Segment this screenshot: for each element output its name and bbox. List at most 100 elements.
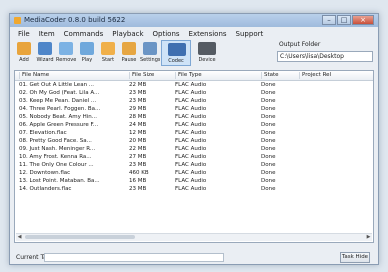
- table-row[interactable]: 06. Apple Green Pressure F... 24 MB FLAC A…: [15, 121, 373, 129]
- table-row[interactable]: 02. Oh My God (Feat. Lila A... 23 MB FLAC …: [15, 89, 373, 97]
- toolbar-device-button[interactable]: Device: [192, 40, 222, 66]
- toolbar-button-label: Pause: [121, 57, 137, 63]
- toolbar-start-button[interactable]: Start: [98, 40, 118, 66]
- cell-name: 07. Elevation.flac: [19, 130, 67, 136]
- scroll-right-icon[interactable]: ▶: [365, 234, 372, 240]
- app-icon: [14, 17, 21, 24]
- table-row[interactable]: 09. Just Nash. Meninger R... 22 MB FLAC Au…: [15, 145, 373, 153]
- toolbar-button-label: Wizard: [36, 57, 54, 63]
- cell-name: 09. Just Nash. Meninger R...: [19, 146, 96, 152]
- file-list-rows: 01. Get Out A Little Lean ... 22 MB FLAC A…: [15, 81, 373, 193]
- cell-size: 23 MB: [129, 98, 147, 104]
- device-icon: [198, 42, 216, 55]
- table-row[interactable]: 07. Elevation.flac 12 MB FLAC Audio Done: [15, 129, 373, 137]
- toolbar-play-button[interactable]: Play: [77, 40, 97, 66]
- cell-size: 12 MB: [129, 130, 147, 136]
- toolbar-button-label: Play: [81, 57, 93, 63]
- table-row[interactable]: 01. Get Out A Little Lean ... 22 MB FLAC A…: [15, 81, 373, 89]
- cell-state: Done: [261, 146, 276, 152]
- table-row[interactable]: 05. Nobody Beat. Amy Hin... 28 MB FLAC Aud…: [15, 113, 373, 121]
- menu-item-extensions[interactable]: Extensions: [189, 30, 227, 38]
- cell-state: Done: [261, 90, 276, 96]
- table-row[interactable]: 13. Lost Point. Mataban. Ba... 16 MB FLAC …: [15, 177, 373, 185]
- cell-state: Done: [261, 114, 276, 120]
- close-button[interactable]: ×: [352, 15, 374, 25]
- toolbar-button-label: Settings: [140, 57, 160, 63]
- table-row[interactable]: 11. The Only One Colour ... 23 MB FLAC Aud…: [15, 161, 373, 169]
- cell-name: 10. Amy Frost. Kenna Ra...: [19, 154, 92, 160]
- table-row[interactable]: 12. Downtown.flac 460 KB FLAC Audio Done: [15, 169, 373, 177]
- cell-name: 04. Three Pearl. Foggen. Ba...: [19, 106, 101, 112]
- table-row[interactable]: 04. Three Pearl. Foggen. Ba... 29 MB FLAC …: [15, 105, 373, 113]
- scroll-thumb[interactable]: [25, 235, 135, 239]
- cell-type: FLAC Audio: [175, 122, 207, 128]
- cell-size: 20 MB: [129, 138, 147, 144]
- menu-item-item[interactable]: Item: [39, 30, 55, 38]
- menu-item-file[interactable]: File: [18, 30, 30, 38]
- status-bar: Current Task: Task Hide: [10, 252, 378, 264]
- column-header-file-name[interactable]: File Name: [19, 72, 122, 79]
- cell-name: 06. Apple Green Pressure F...: [19, 122, 99, 128]
- cell-size: 28 MB: [129, 114, 147, 120]
- output-folder-label: Output Folder: [279, 41, 321, 48]
- toolbar-settings-button[interactable]: Settings: [140, 40, 160, 66]
- toolbar-button-label: Start: [101, 57, 115, 63]
- column-header-file-size[interactable]: File Size: [129, 72, 160, 79]
- pause-icon: [122, 42, 136, 55]
- cell-state: Done: [261, 170, 276, 176]
- toolbar-codec-button[interactable]: Codec: [161, 40, 191, 66]
- task-hide-button[interactable]: Task Hide: [340, 252, 370, 263]
- start-icon: [101, 42, 115, 55]
- cell-size: 23 MB: [129, 186, 147, 192]
- menu-item-options[interactable]: Options: [153, 30, 180, 38]
- menu-item-playback[interactable]: Playback: [112, 30, 143, 38]
- cell-size: 16 MB: [129, 178, 147, 184]
- remove-icon: [59, 42, 73, 55]
- toolbar-remove-button[interactable]: Remove: [56, 40, 76, 66]
- output-folder-panel: Output Folder C:\Users\lisa\Desktop: [277, 41, 375, 67]
- column-header-state[interactable]: State: [261, 72, 290, 79]
- table-row[interactable]: 03. Keep Me Pean. Daniel ... 23 MB FLAC Au…: [15, 97, 373, 105]
- file-list[interactable]: File Name File Size File Type State Project …: [14, 70, 374, 243]
- cell-state: Done: [261, 130, 276, 136]
- cell-size: 22 MB: [129, 82, 147, 88]
- cell-state: Done: [261, 122, 276, 128]
- menu-item-commands[interactable]: Commands: [64, 30, 104, 38]
- cell-name: 08. Pretty Good Face. Sa...: [19, 138, 92, 144]
- cell-type: FLAC Audio: [175, 154, 207, 160]
- file-list-header: File Name File Size File Type State Project …: [15, 71, 373, 81]
- minimize-button[interactable]: –: [322, 15, 336, 25]
- cell-type: FLAC Audio: [175, 82, 207, 88]
- table-row[interactable]: 10. Amy Frost. Kenna Ra... 27 MB FLAC Audi…: [15, 153, 373, 161]
- column-header-project-rel[interactable]: Project Rel: [299, 72, 362, 79]
- cell-type: FLAC Audio: [175, 130, 207, 136]
- toolbar-wizard-button[interactable]: Wizard: [35, 40, 55, 66]
- toolbar-pause-button[interactable]: Pause: [119, 40, 139, 66]
- cell-type: FLAC Audio: [175, 90, 207, 96]
- maximize-button[interactable]: □: [337, 15, 351, 25]
- cell-name: 11. The Only One Colour ...: [19, 162, 94, 168]
- toolbar-button-label: Add: [19, 57, 29, 63]
- cell-state: Done: [261, 178, 276, 184]
- toolbar-add-button[interactable]: Add: [14, 40, 34, 66]
- cell-state: Done: [261, 154, 276, 160]
- scroll-left-icon[interactable]: ◀: [16, 234, 23, 240]
- table-row[interactable]: 08. Pretty Good Face. Sa... 20 MB FLAC Aud…: [15, 137, 373, 145]
- cell-name: 02. Oh My God (Feat. Lila A...: [19, 90, 100, 96]
- output-folder-field[interactable]: C:\Users\lisa\Desktop: [277, 51, 373, 62]
- cell-type: FLAC Audio: [175, 186, 207, 192]
- current-task-field: [44, 253, 224, 262]
- cell-name: 01. Get Out A Little Lean ...: [19, 82, 95, 88]
- play-icon: [80, 42, 94, 55]
- cell-type: FLAC Audio: [175, 106, 207, 112]
- column-header-file-type[interactable]: File Type: [175, 72, 248, 79]
- table-row[interactable]: 14. Outlanders.flac 23 MB FLAC Audio Done: [15, 185, 373, 193]
- window-controls: – □ ×: [322, 15, 374, 25]
- settings-icon: [143, 42, 157, 55]
- cell-size: 29 MB: [129, 106, 147, 112]
- cell-state: Done: [261, 162, 276, 168]
- cell-size: 23 MB: [129, 162, 147, 168]
- horizontal-scrollbar[interactable]: ◀ ▶: [16, 233, 372, 241]
- menu-item-support[interactable]: Support: [236, 30, 264, 38]
- cell-size: 24 MB: [129, 122, 147, 128]
